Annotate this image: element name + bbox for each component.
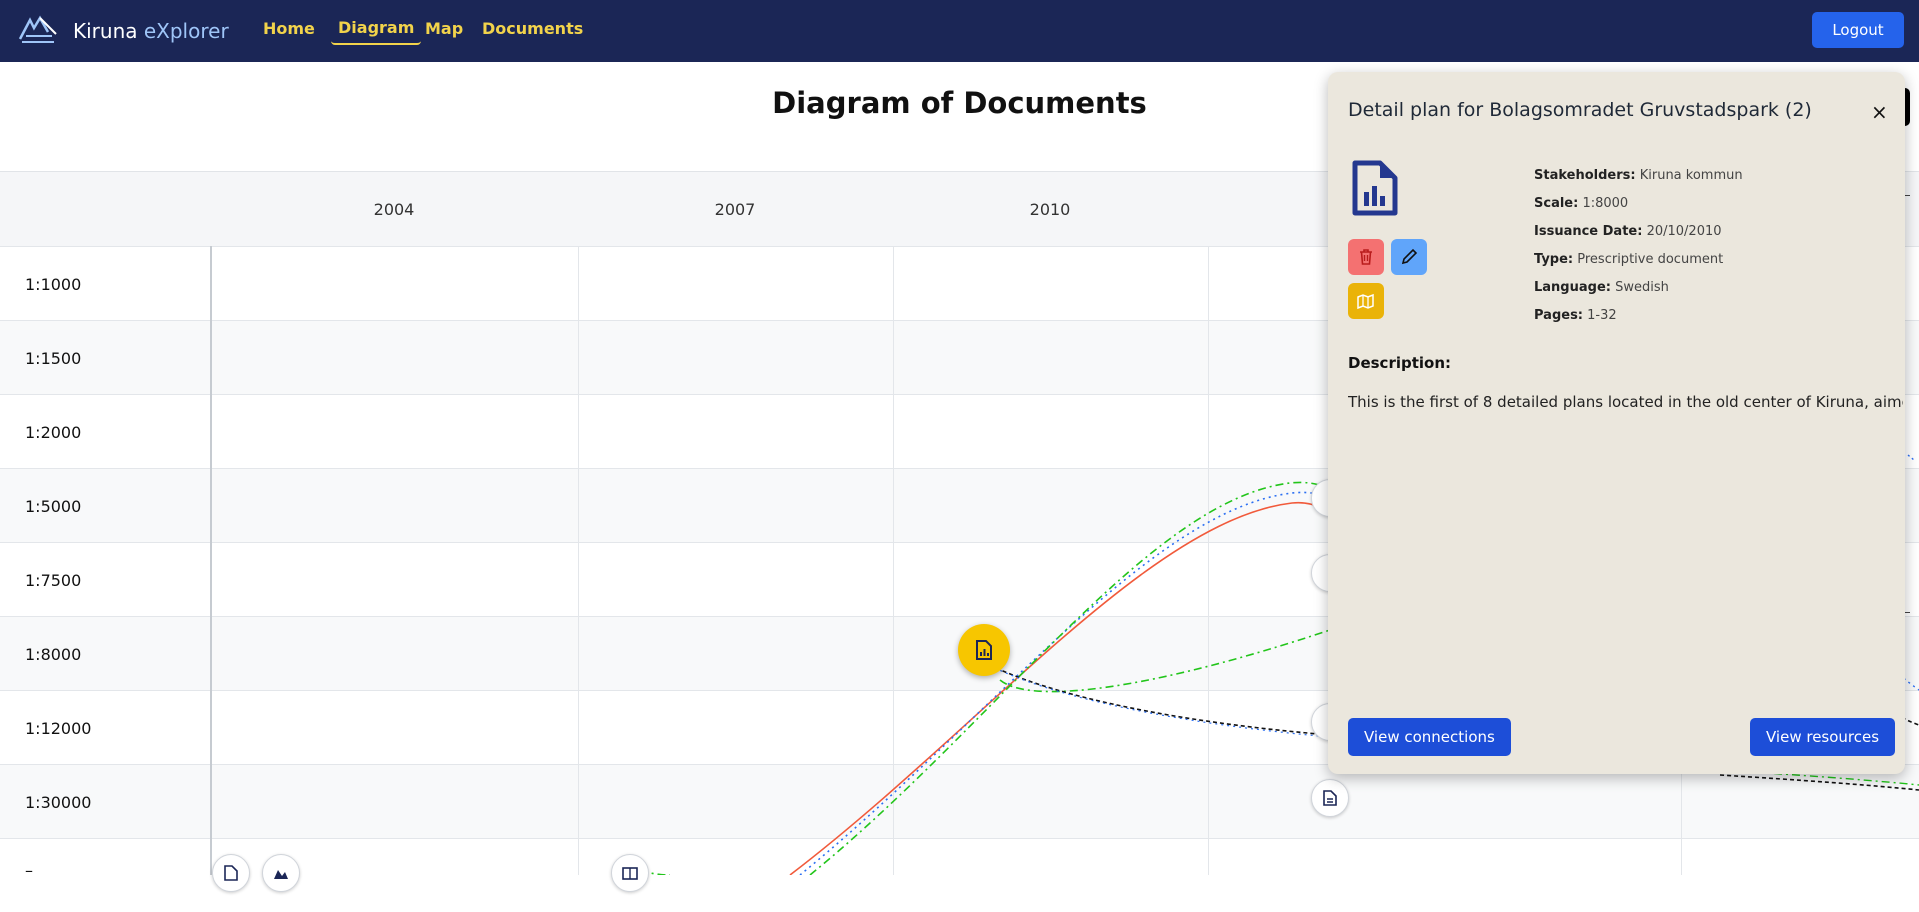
pencil-icon: [1401, 248, 1418, 265]
description-label: Description:: [1348, 354, 1452, 372]
panel-title: Detail plan for Bolagsomradet Gruvstadsp…: [1348, 99, 1812, 121]
document-node[interactable]: [212, 854, 250, 892]
document-node[interactable]: [611, 854, 649, 892]
type-field: Type: Prescriptive document: [1534, 252, 1724, 267]
description-text: This is the first of 8 detailed plans lo…: [1348, 393, 1903, 411]
connection-line-red[interactable]: [789, 502, 1341, 875]
connection-line-green[interactable]: [809, 481, 1341, 875]
connection-line-blue[interactable]: [994, 667, 1331, 738]
stakeholders-field: Stakeholders: Kiruna kommun: [1534, 168, 1743, 183]
prescriptive-document-icon: [1352, 160, 1398, 220]
document-icon: [224, 865, 238, 881]
delete-button[interactable]: [1348, 239, 1384, 275]
map-edit-icon: [1357, 293, 1374, 310]
document-icon: [1323, 790, 1337, 806]
pages-field: Pages: 1-32: [1534, 308, 1617, 323]
view-connections-button[interactable]: View connections: [1348, 718, 1511, 756]
map-document-icon: [274, 870, 288, 879]
connection-line-blue[interactable]: [799, 491, 1341, 875]
document-detail-panel: Detail plan for Bolagsomradet Gruvstadsp…: [1328, 72, 1905, 774]
trash-icon: [1360, 249, 1372, 265]
document-node-selected[interactable]: [958, 624, 1010, 676]
close-icon[interactable]: ×: [1871, 100, 1888, 124]
connection-line-black[interactable]: [989, 664, 1331, 736]
scale-field: Scale: 1:8000: [1534, 196, 1629, 211]
issuance-date-field: Issuance Date: 20/10/2010: [1534, 224, 1722, 239]
document-node[interactable]: [1311, 779, 1349, 817]
document-node[interactable]: [262, 854, 300, 892]
language-field: Language: Swedish: [1534, 280, 1669, 295]
connection-line-green[interactable]: [999, 629, 1331, 693]
edit-button[interactable]: [1391, 239, 1427, 275]
document-chart-icon: [976, 640, 992, 660]
book-document-icon: [622, 867, 638, 880]
edit-location-button[interactable]: [1348, 283, 1384, 319]
view-resources-button[interactable]: View resources: [1750, 718, 1896, 756]
